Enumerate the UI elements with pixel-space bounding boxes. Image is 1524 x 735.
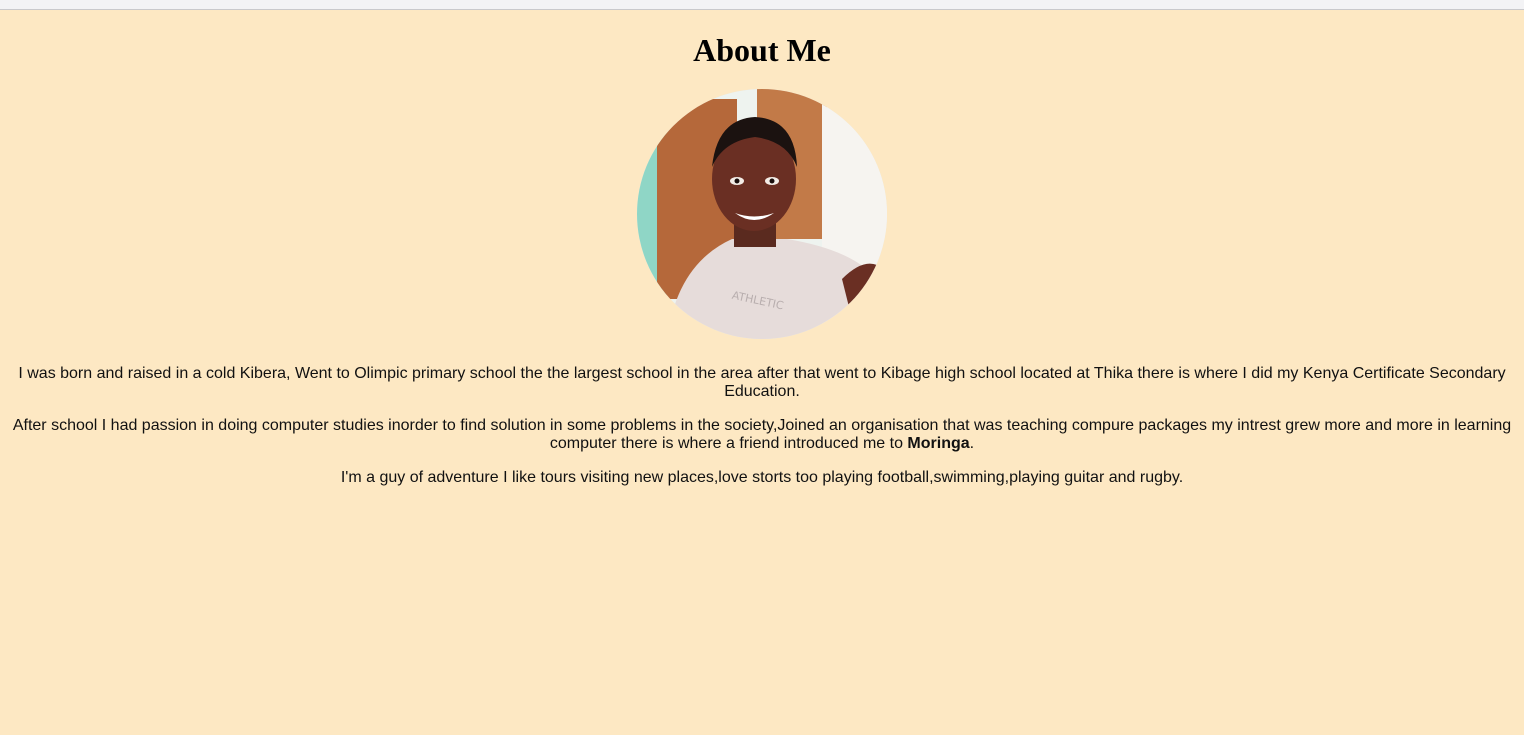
bio-paragraph-1: I was born and raised in a cold Kibera, … [18, 365, 1506, 400]
page-title: About Me [693, 32, 831, 68]
bio-paragraph-2: After school I had passion in doing comp… [10, 417, 1514, 453]
bio-paragraph-2-text: After school I had passion in doing comp… [12, 417, 1512, 452]
about-page: About Me ATHLETIC I was born and raised … [0, 11, 1524, 503]
bio-paragraph-3: I'm a guy of adventure I like tours visi… [340, 469, 1184, 486]
browser-top-edge [0, 0, 1524, 10]
profile-photo: ATHLETIC [637, 89, 887, 339]
moringa-highlight: Moringa [907, 435, 970, 452]
profile-photo-icon: ATHLETIC [637, 89, 887, 339]
bio-section: I was born and raised in a cold Kibera, … [10, 365, 1514, 487]
bio-paragraph-2-end: . [969, 435, 975, 452]
